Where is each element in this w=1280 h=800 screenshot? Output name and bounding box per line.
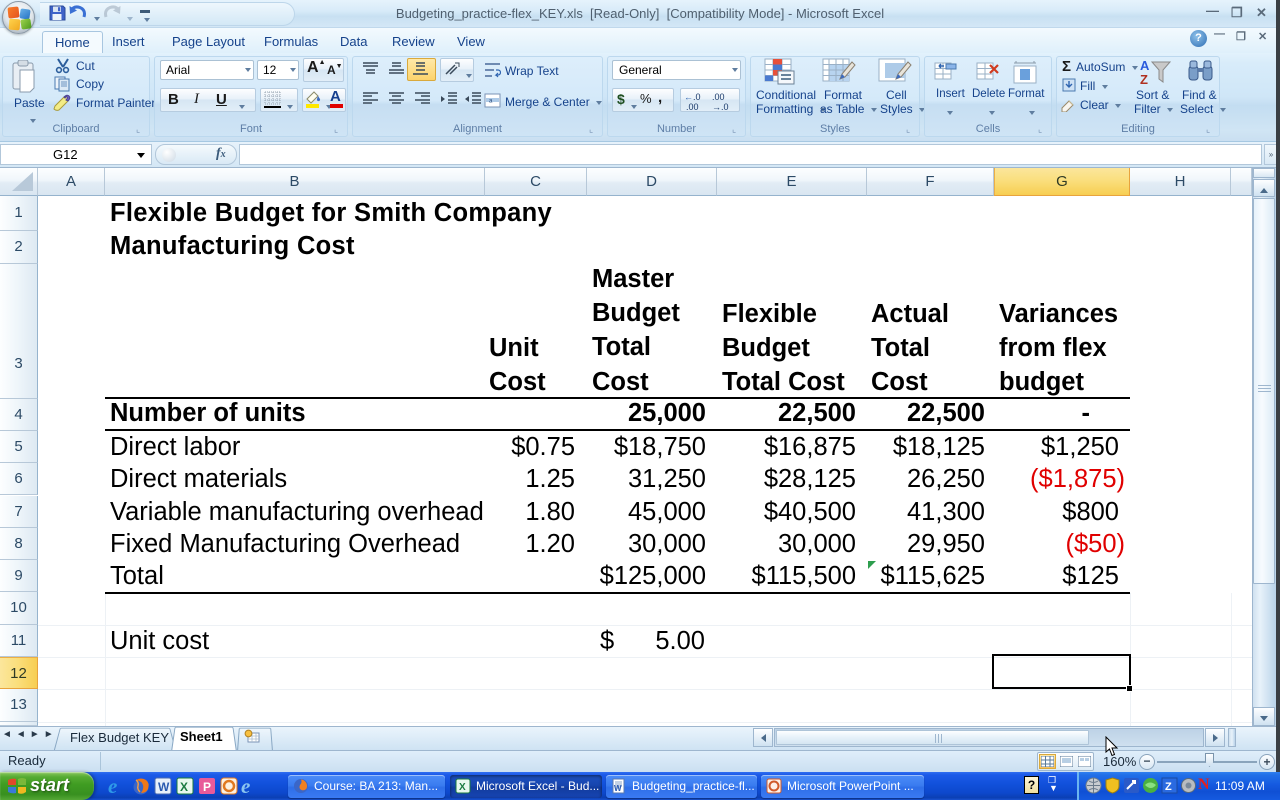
svg-text:X: X bbox=[459, 782, 466, 793]
svg-text:A: A bbox=[1140, 58, 1150, 73]
svg-text:X: X bbox=[180, 780, 188, 794]
svg-text:P: P bbox=[203, 780, 211, 794]
svg-text:W: W bbox=[158, 780, 170, 794]
svg-text:Z: Z bbox=[1165, 781, 1172, 793]
svg-text:W: W bbox=[614, 784, 622, 793]
svg-text:Z: Z bbox=[1140, 72, 1148, 86]
